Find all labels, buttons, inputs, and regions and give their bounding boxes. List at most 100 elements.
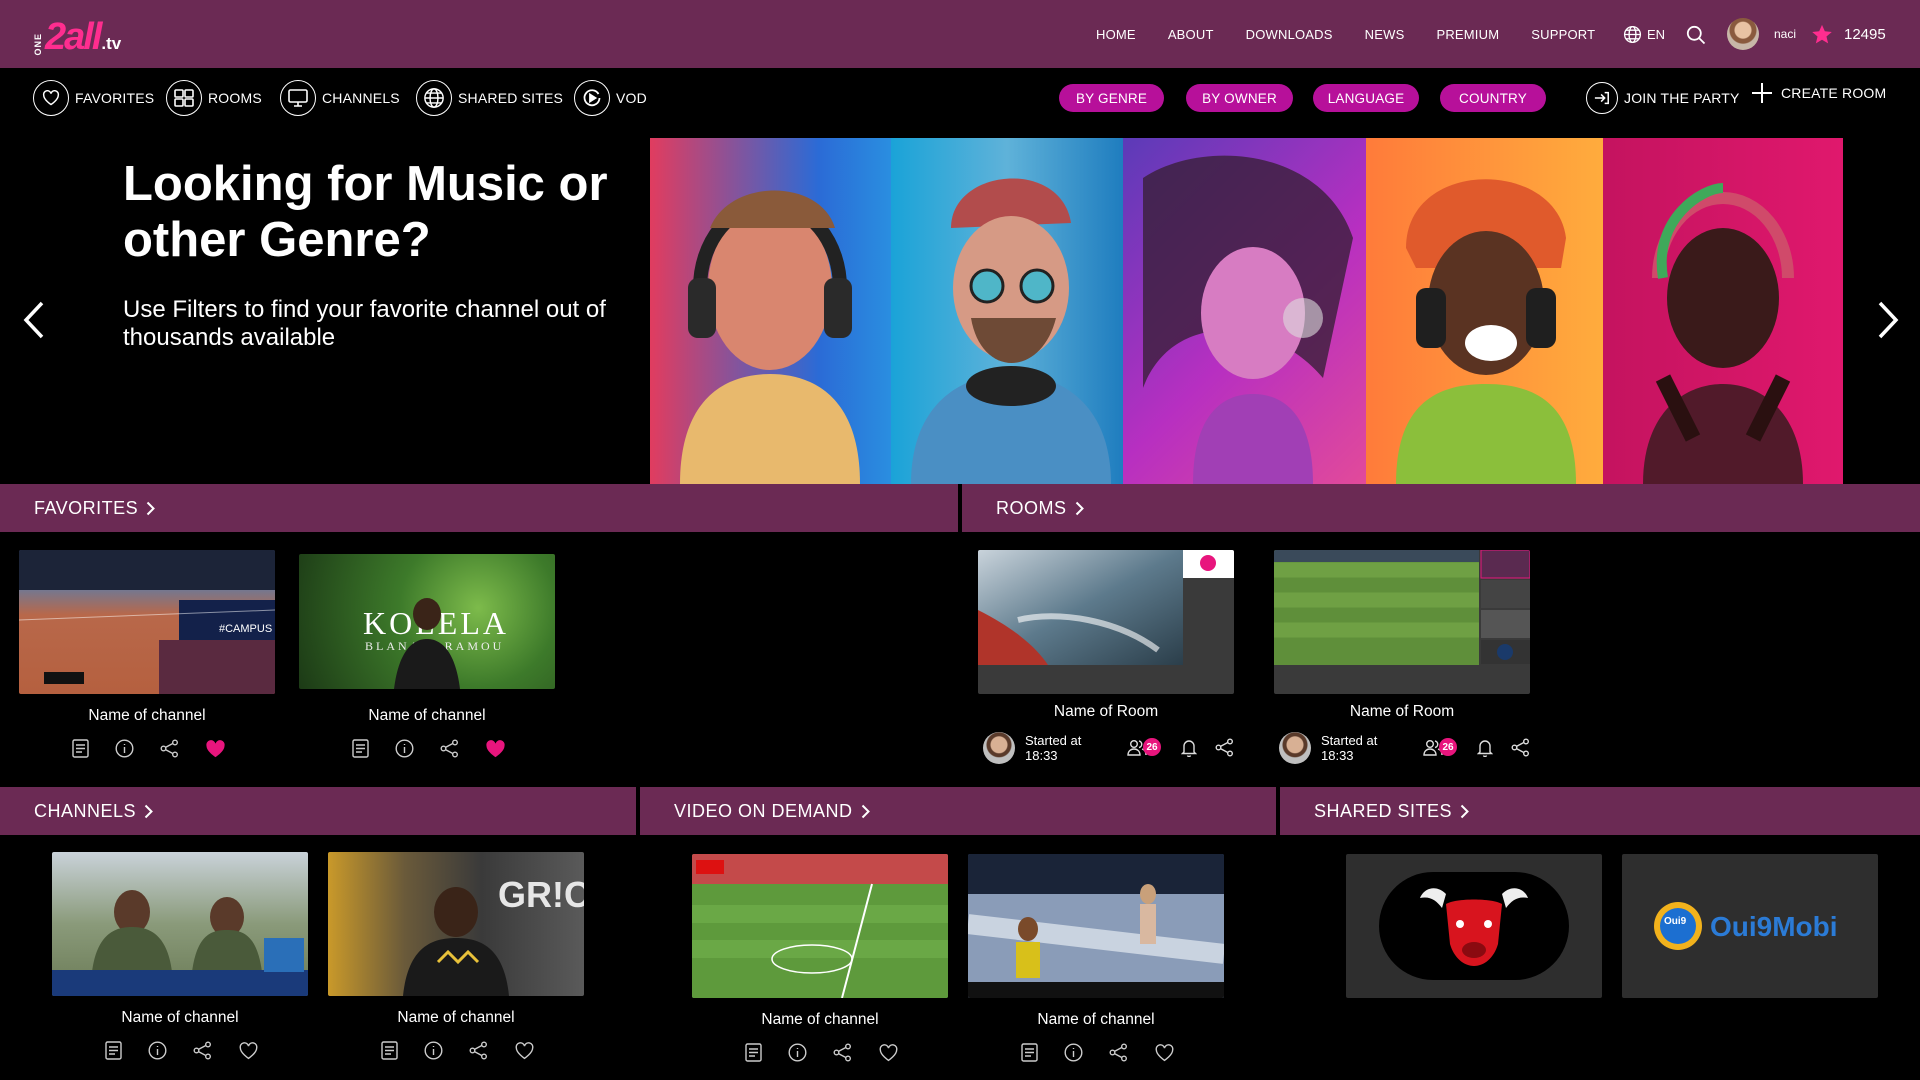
category-label: SHARED SITES (458, 90, 564, 106)
info-button[interactable] (395, 739, 414, 758)
vod-thumbnail[interactable] (692, 854, 948, 998)
rooms-icon (166, 80, 202, 116)
nav-news[interactable]: NEWS (1365, 27, 1405, 42)
logo-wordmark: Oui9Mobi (1710, 911, 1838, 942)
join-party-button[interactable]: JOIN THE PARTY (1586, 82, 1740, 114)
info-button[interactable] (148, 1041, 167, 1060)
chevron-left-icon (23, 301, 44, 339)
room-actions: 26 (1127, 738, 1260, 757)
nav-downloads[interactable]: DOWNLOADS (1246, 27, 1333, 42)
share-button[interactable] (1511, 738, 1530, 757)
filter-language[interactable]: LANGUAGE (1313, 84, 1419, 112)
details-button[interactable] (105, 1041, 122, 1060)
room-thumbnail[interactable] (978, 550, 1234, 694)
vod-header[interactable]: VIDEO ON DEMAND (640, 787, 1276, 835)
details-button[interactable] (381, 1041, 398, 1060)
category-label: FAVORITES (75, 90, 155, 106)
category-favorites[interactable]: FAVORITES (33, 80, 154, 116)
nav-support[interactable]: SUPPORT (1531, 27, 1595, 42)
share-button[interactable] (469, 1041, 488, 1060)
info-button[interactable] (424, 1041, 443, 1060)
heart-icon (879, 1043, 898, 1061)
favorite-toggle[interactable] (485, 739, 506, 758)
favorite-toggle[interactable] (514, 1041, 535, 1060)
shared-site-bull[interactable] (1346, 854, 1602, 998)
logo-suffix: .tv (101, 34, 122, 53)
globe-icon (416, 80, 452, 116)
hero-prev-button[interactable] (22, 300, 46, 340)
share-icon (1511, 738, 1529, 757)
join-icon (1586, 82, 1618, 114)
share-button[interactable] (193, 1041, 212, 1060)
rooms-header[interactable]: ROOMS (962, 484, 1920, 532)
details-button[interactable] (1021, 1043, 1038, 1062)
room-name: Name of Room (1349, 703, 1455, 720)
document-icon (105, 1041, 122, 1060)
search-button[interactable] (1686, 25, 1706, 45)
share-button[interactable] (1215, 738, 1234, 757)
category-shared-sites[interactable]: SHARED SITES (416, 80, 563, 116)
avatar (983, 732, 1015, 764)
info-button[interactable] (788, 1043, 807, 1062)
details-button[interactable] (352, 739, 369, 758)
share-icon (1109, 1043, 1127, 1062)
info-button[interactable] (1064, 1043, 1083, 1062)
shared-sites-header[interactable]: SHARED SITES (1280, 787, 1920, 835)
room-actions: 26 (1423, 738, 1556, 757)
category-channels[interactable]: CHANNELS (280, 80, 400, 116)
heart-icon (239, 1041, 258, 1059)
hero-photo-5 (1603, 138, 1843, 484)
favorites-header[interactable]: FAVORITES (0, 484, 958, 532)
brand-logo[interactable]: ONE 2all .tv (33, 16, 121, 56)
user-name: naci (1774, 27, 1797, 41)
info-icon (115, 739, 134, 758)
details-button[interactable] (72, 739, 89, 758)
language-selector[interactable]: EN (1623, 25, 1665, 44)
info-button[interactable] (115, 739, 134, 758)
channel-thumbnail[interactable]: GR!C (328, 852, 584, 996)
favorite-toggle[interactable] (238, 1041, 259, 1060)
room-thumbnail[interactable] (1274, 550, 1530, 694)
channels-header[interactable]: CHANNELS (0, 787, 636, 835)
category-rooms[interactable]: ROOMS (166, 80, 262, 116)
details-button[interactable] (745, 1043, 762, 1062)
nav-premium[interactable]: PREMIUM (1436, 27, 1499, 42)
notify-button[interactable] (1477, 738, 1493, 757)
join-label: JOIN THE PARTY (1624, 90, 1740, 106)
favorite-thumbnail[interactable]: #CAMPUS (19, 550, 275, 694)
share-button[interactable] (1109, 1043, 1128, 1062)
members-button[interactable]: 26 (1127, 738, 1161, 756)
members-button[interactable]: 26 (1423, 738, 1457, 756)
create-room-button[interactable]: CREATE ROOM (1751, 82, 1886, 104)
favorite-name: Name of channel (88, 707, 206, 724)
channel-thumbnail[interactable] (52, 852, 308, 996)
favorite-toggle[interactable] (205, 739, 226, 758)
share-button[interactable] (440, 739, 459, 758)
shared-site-oui9mobi[interactable]: Oui9 Oui9Mobi (1622, 854, 1878, 998)
vod-name: Name of channel (761, 1011, 879, 1028)
favorite-thumbnail[interactable]: KOLELABLANA IBRAMOU (299, 554, 555, 689)
category-label: ROOMS (208, 90, 262, 106)
hero-next-button[interactable] (1876, 300, 1900, 340)
share-button[interactable] (160, 739, 179, 758)
filter-country[interactable]: COUNTRY (1440, 84, 1546, 112)
document-icon (72, 739, 89, 758)
notify-button[interactable] (1181, 738, 1197, 757)
filter-by-owner[interactable]: BY OWNER (1186, 84, 1293, 112)
nav-about[interactable]: ABOUT (1168, 27, 1214, 42)
vod-thumbnail[interactable] (968, 854, 1224, 998)
channel-actions (381, 1041, 561, 1060)
category-vod[interactable]: VOD (574, 80, 647, 116)
filter-by-genre[interactable]: BY GENRE (1059, 84, 1164, 112)
user-menu[interactable]: naci (1727, 18, 1796, 50)
nav-home[interactable]: HOME (1096, 27, 1136, 42)
category-label: CHANNELS (322, 90, 400, 106)
info-icon (395, 739, 414, 758)
section-title: FAVORITES (34, 497, 139, 518)
favorite-toggle[interactable] (1154, 1043, 1175, 1062)
favorite-toggle[interactable] (878, 1043, 899, 1062)
share-button[interactable] (833, 1043, 852, 1062)
info-icon (148, 1041, 167, 1060)
document-icon (352, 739, 369, 758)
logo-badge-text: Oui9 (1664, 916, 1687, 927)
